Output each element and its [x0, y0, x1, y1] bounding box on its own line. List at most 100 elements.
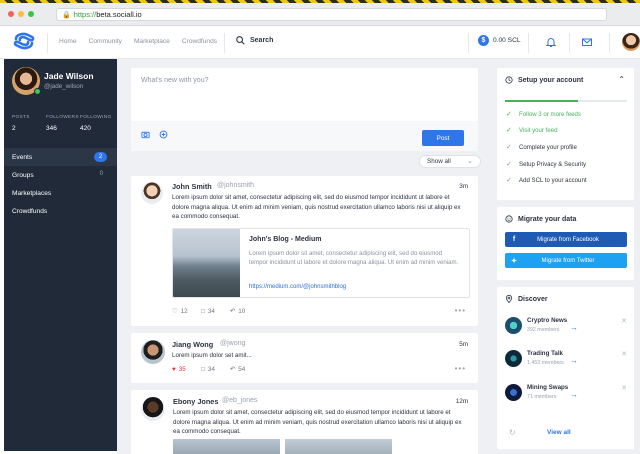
profile-name[interactable]: Jade Wilson	[44, 71, 94, 81]
setup-checklist-item[interactable]: ✓ Add SCL to your account	[506, 176, 587, 185]
browser-chrome: 🔒 https:// beta.sociall.io	[0, 0, 640, 26]
post-author-avatar[interactable]	[141, 397, 165, 421]
view-all-link[interactable]: View all	[547, 429, 571, 436]
comment-button[interactable]: □ 34	[201, 366, 230, 373]
composer-input[interactable]: What's new with you?	[141, 77, 208, 84]
close-icon[interactable]: ✕	[621, 350, 627, 358]
group-members: 1,453 members	[527, 360, 564, 366]
close-icon[interactable]: ✕	[621, 317, 627, 325]
post-author-handle[interactable]: @eb_jones	[222, 397, 258, 404]
balance-amount: 0.00 SCL	[493, 37, 521, 44]
location-pin-icon	[505, 295, 513, 303]
post-image[interactable]	[285, 439, 392, 454]
post-author-handle[interactable]: @johnsmith	[217, 182, 254, 189]
post-time: 3m	[459, 183, 468, 190]
mail-icon[interactable]	[581, 36, 593, 48]
sociall-logo-icon[interactable]	[12, 31, 36, 51]
post-author-name[interactable]: Ebony Jones	[173, 397, 218, 406]
camera-icon[interactable]	[141, 130, 150, 139]
arrow-right-icon[interactable]: →	[570, 323, 578, 332]
more-options-icon[interactable]: •••	[455, 364, 466, 373]
setup-progress-fill	[505, 100, 579, 102]
post-author-avatar[interactable]	[141, 340, 165, 364]
discover-item[interactable]: Trading Talk 1,453 members → ✕	[505, 348, 627, 374]
migrate-twitter-button[interactable]: ✦ Migrate from Twitter	[505, 253, 627, 268]
hazard-stripe	[0, 0, 640, 3]
setup-checklist-item[interactable]: ✓ Complete your profile	[506, 143, 577, 152]
stat-following[interactable]: FOLLOWING 420	[80, 115, 120, 132]
setup-item-label: Complete your profile	[519, 143, 577, 151]
window-controls	[8, 11, 34, 17]
share-button[interactable]: ↶ 10	[230, 308, 259, 315]
feed-post: John Smith @johnsmith 3m Lorem ipsum dol…	[131, 176, 478, 326]
coin-icon: $	[478, 35, 489, 46]
bell-icon[interactable]	[545, 36, 557, 48]
address-bar[interactable]: 🔒 https:// beta.sociall.io	[56, 8, 607, 21]
post-author-name[interactable]: Jiang Wong	[172, 340, 213, 349]
discover-item[interactable]: Cryptro News 392 members → ✕	[505, 315, 627, 341]
migrate-facebook-button[interactable]: f Migrate from Facebook	[505, 232, 627, 247]
link-preview-title: John's Blog - Medium	[249, 236, 322, 243]
sidebar-item-crowdfunds[interactable]: Crowdfunds	[4, 202, 117, 220]
refresh-icon[interactable]: ↻	[509, 428, 516, 437]
like-button[interactable]: ♡ 12	[172, 308, 201, 315]
nav-marketplace-link[interactable]: Marketplace	[134, 38, 170, 45]
top-nav: Home Community Marketplace Crowdfunds Se…	[0, 27, 640, 59]
post-author-avatar[interactable]	[141, 182, 163, 204]
stat-posts[interactable]: POSTS 2	[12, 115, 46, 132]
link-preview[interactable]: John's Blog - Medium Lorem ipsum dolor s…	[172, 228, 470, 298]
sidebar-item-groups[interactable]: Groups 0	[4, 166, 117, 184]
minimize-window-button[interactable]	[18, 11, 24, 17]
maximize-window-button[interactable]	[28, 11, 34, 17]
feed-post: Ebony Jones @eb_jones 12m Lorem ipsum do…	[131, 390, 478, 454]
sidebar-item-marketplaces[interactable]: Marketplaces	[4, 184, 117, 202]
post-button[interactable]: Post	[422, 130, 464, 146]
nav-community-link[interactable]: Community	[89, 38, 122, 45]
share-count: 10	[238, 308, 246, 315]
user-avatar[interactable]	[622, 33, 640, 51]
comment-button[interactable]: □ 34	[201, 308, 230, 315]
comment-icon: □	[201, 366, 205, 373]
checkmark-icon: ✓	[506, 144, 512, 151]
setup-header[interactable]: Setup your account	[505, 76, 583, 84]
link-preview-url[interactable]: https://medium.com/@johnsmithblog	[249, 284, 346, 290]
arrow-right-icon[interactable]: →	[570, 390, 578, 399]
close-window-button[interactable]	[8, 11, 14, 17]
nav-crowdfunds-link[interactable]: Crowdfunds	[182, 38, 217, 45]
attachment-icon[interactable]	[159, 130, 168, 139]
setup-progress-bar	[505, 100, 627, 102]
like-button[interactable]: ♥ 35	[172, 366, 201, 373]
migrate-title: Migrate your data	[518, 215, 577, 223]
setup-item-label: Visit your feed	[519, 126, 558, 134]
search-button[interactable]: Search	[236, 36, 273, 45]
wallet-balance[interactable]: $ 0.00 SCL	[478, 35, 521, 46]
close-icon[interactable]: ✕	[621, 384, 627, 392]
setup-account-card: Setup your account ⌃ ✓ Follow 3 or more f…	[497, 68, 634, 200]
stat-value: 420	[80, 125, 91, 132]
smile-icon	[505, 215, 513, 223]
sidebar-item-events[interactable]: Events 2	[4, 148, 117, 166]
discover-item[interactable]: Mining Swaps 71 members → ✕	[505, 382, 627, 408]
nav-home-link[interactable]: Home	[59, 38, 77, 45]
post-time: 12m	[455, 398, 468, 405]
main-feed: What's new with you? Post Show all ⌄ Joh…	[117, 59, 490, 454]
stat-followers[interactable]: FOLLOWERS 346	[46, 115, 80, 132]
setup-checklist-item[interactable]: ✓ Visit your feed	[506, 126, 558, 135]
post-image[interactable]	[173, 439, 280, 454]
stat-label: POSTS	[12, 115, 30, 120]
setup-checklist-item[interactable]: ✓ Follow 3 or more feeds	[506, 110, 581, 119]
group-avatar	[505, 317, 522, 334]
stat-label: FOLLOWING	[80, 115, 112, 120]
share-button[interactable]: ↶ 54	[230, 366, 259, 373]
nav-divider	[47, 33, 48, 53]
more-options-icon[interactable]: •••	[455, 306, 466, 315]
post-author-handle[interactable]: @jwong	[220, 340, 245, 347]
post-text: Lorem ipsum dolor sit amet, consectetur …	[173, 409, 462, 435]
setup-checklist-item[interactable]: ✓ Setup Privacy & Security	[506, 160, 586, 169]
group-avatar	[505, 384, 522, 401]
groups-count: 0	[99, 171, 103, 177]
chevron-up-icon[interactable]: ⌃	[618, 75, 625, 84]
post-author-name[interactable]: John Smith	[172, 182, 212, 191]
arrow-right-icon[interactable]: →	[570, 356, 578, 365]
feed-filter-dropdown[interactable]: Show all ⌄	[419, 155, 481, 168]
